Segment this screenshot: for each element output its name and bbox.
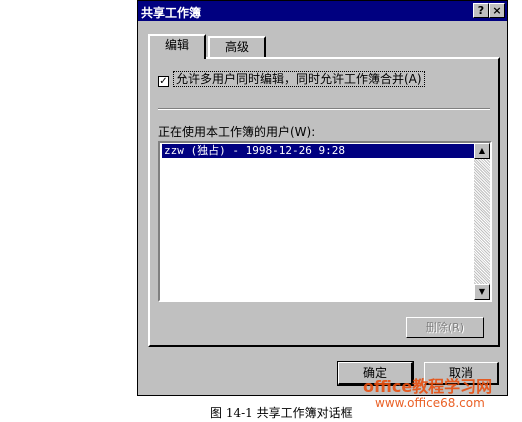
watermark-text: office教程学习网 [363, 377, 493, 396]
remove-user-button[interactable]: 删除(R) [406, 317, 484, 338]
allow-multiuser-option[interactable]: ✓ 允许多用户同时编辑，同时允许工作簿合并(A) [158, 70, 425, 87]
scroll-up-button[interactable]: ▲ [474, 143, 490, 159]
title-bar[interactable]: 共享工作簿 ? × [138, 1, 507, 21]
arrow-up-icon: ▲ [478, 146, 486, 155]
list-item[interactable]: zzw (独占) - 1998-12-26 9:28 [162, 144, 478, 158]
tab-panel-edit: ✓ 允许多用户同时编辑，同时允许工作簿合并(A) 正在使用本工作簿的用户(W):… [148, 57, 500, 347]
users-listbox[interactable]: zzw (独占) - 1998-12-26 9:28 ▲ ▼ [158, 141, 492, 302]
help-button[interactable]: ? [473, 3, 489, 18]
tab-advanced[interactable]: 高级 [208, 36, 266, 58]
scroll-down-button[interactable]: ▼ [474, 284, 490, 300]
users-list-label: 正在使用本工作簿的用户(W): [158, 125, 316, 139]
close-button[interactable]: × [489, 3, 505, 18]
allow-multiuser-label[interactable]: 允许多用户同时编辑，同时允许工作簿合并(A) [173, 71, 425, 87]
watermark-url: www.office68.com [375, 396, 485, 410]
divider [158, 108, 490, 110]
allow-multiuser-checkbox[interactable]: ✓ [158, 76, 169, 87]
dialog-title: 共享工作簿 [141, 6, 202, 20]
share-workbook-dialog: 共享工作簿 ? × 编辑 高级 ✓ 允许多用户同时编辑，同时允许工作簿合并(A)… [137, 0, 508, 396]
help-icon: ? [477, 4, 485, 17]
figure-caption: 图 14-1 共享工作簿对话框 [210, 406, 353, 420]
tab-edit[interactable]: 编辑 [148, 34, 206, 59]
arrow-down-icon: ▼ [478, 287, 486, 296]
close-icon: × [492, 4, 502, 17]
vertical-scrollbar[interactable]: ▲ ▼ [474, 143, 490, 300]
check-icon: ✓ [159, 76, 168, 87]
